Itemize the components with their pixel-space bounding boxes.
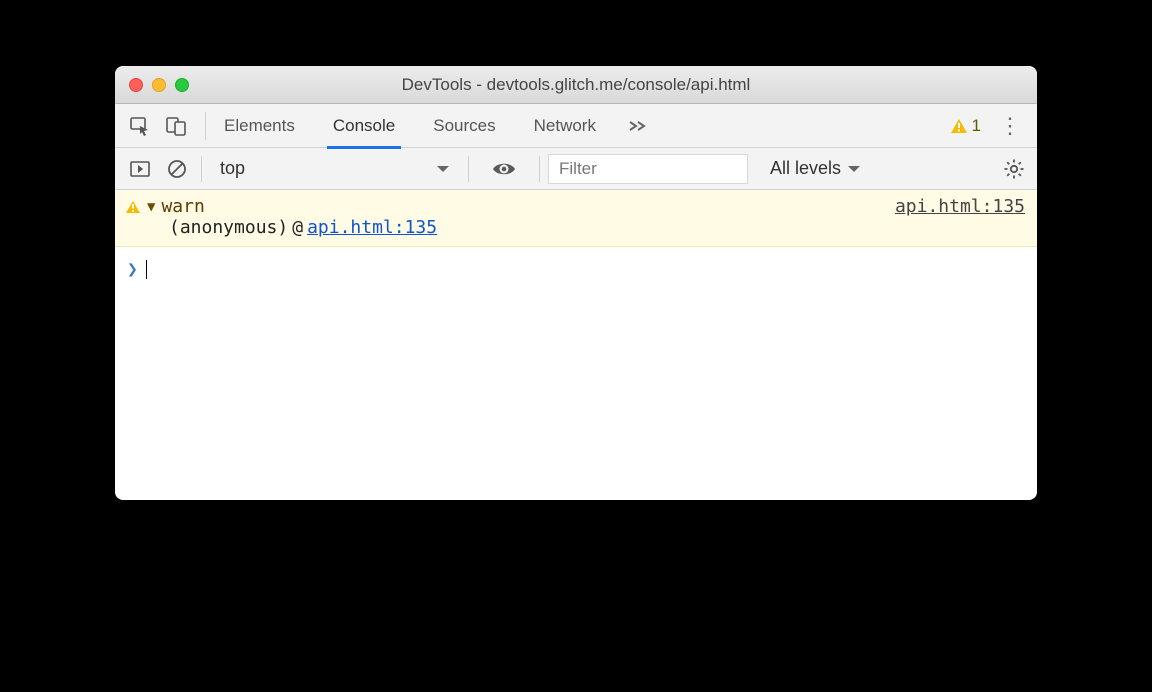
chevron-down-icon	[847, 164, 861, 174]
device-toggle-icon[interactable]	[165, 115, 187, 137]
tabs-row: Elements Console Sources Network 1 ⋮	[115, 104, 1037, 148]
tab-elements[interactable]: Elements	[224, 104, 295, 148]
console-prompt[interactable]: ❯	[115, 247, 1037, 280]
context-value: top	[220, 158, 245, 179]
warning-triangle-icon	[950, 118, 968, 134]
filter-input[interactable]	[548, 154, 748, 184]
console-toolbar: top All levels	[115, 148, 1037, 190]
chevron-down-icon	[436, 164, 450, 174]
console-settings-gear-icon[interactable]	[1003, 158, 1025, 180]
disclosure-triangle-icon[interactable]: ▼	[147, 199, 155, 215]
warning-count: 1	[972, 116, 981, 136]
tab-console[interactable]: Console	[333, 104, 395, 148]
kebab-menu-icon[interactable]: ⋮	[999, 115, 1021, 137]
window-title: DevTools - devtools.glitch.me/console/ap…	[115, 75, 1037, 95]
levels-label: All levels	[770, 158, 841, 179]
minimize-button[interactable]	[152, 78, 166, 92]
close-button[interactable]	[129, 78, 143, 92]
console-output: ▼ warn api.html:135 (anonymous) @ api.ht…	[115, 190, 1037, 500]
stack-trace-line: (anonymous) @ api.html:135	[125, 217, 1025, 238]
tab-sources[interactable]: Sources	[433, 104, 495, 148]
divider	[205, 112, 206, 140]
text-caret	[146, 260, 147, 279]
warning-summary-line: ▼ warn api.html:135	[125, 196, 1025, 217]
traffic-lights	[129, 78, 189, 92]
clear-console-icon[interactable]	[167, 159, 187, 179]
source-link[interactable]: api.html:135	[895, 196, 1025, 217]
divider	[539, 156, 540, 182]
live-expression-eye-icon[interactable]	[491, 160, 517, 178]
context-selector[interactable]: top	[210, 154, 460, 184]
inspect-element-icon[interactable]	[129, 115, 151, 137]
toggle-console-sidebar-icon[interactable]	[129, 159, 151, 179]
prompt-chevron-icon: ❯	[127, 259, 138, 280]
warning-count-badge[interactable]: 1	[950, 116, 981, 136]
panel-tabs: Elements Console Sources Network	[224, 104, 596, 148]
maximize-button[interactable]	[175, 78, 189, 92]
frame-name: (anonymous)	[169, 217, 288, 238]
warning-triangle-icon	[125, 200, 141, 214]
inspection-tools	[129, 115, 187, 137]
titlebar: DevTools - devtools.glitch.me/console/ap…	[115, 66, 1037, 104]
tab-network[interactable]: Network	[534, 104, 596, 148]
trace-source-link[interactable]: api.html:135	[307, 217, 437, 238]
at-symbol: @	[292, 217, 303, 238]
warning-message: warn	[161, 196, 204, 217]
divider	[468, 156, 469, 182]
more-tabs-chevron-icon[interactable]	[628, 119, 648, 133]
divider	[201, 156, 202, 182]
devtools-window: DevTools - devtools.glitch.me/console/ap…	[115, 66, 1037, 500]
log-levels-selector[interactable]: All levels	[770, 158, 861, 179]
console-warning-entry[interactable]: ▼ warn api.html:135 (anonymous) @ api.ht…	[115, 190, 1037, 247]
